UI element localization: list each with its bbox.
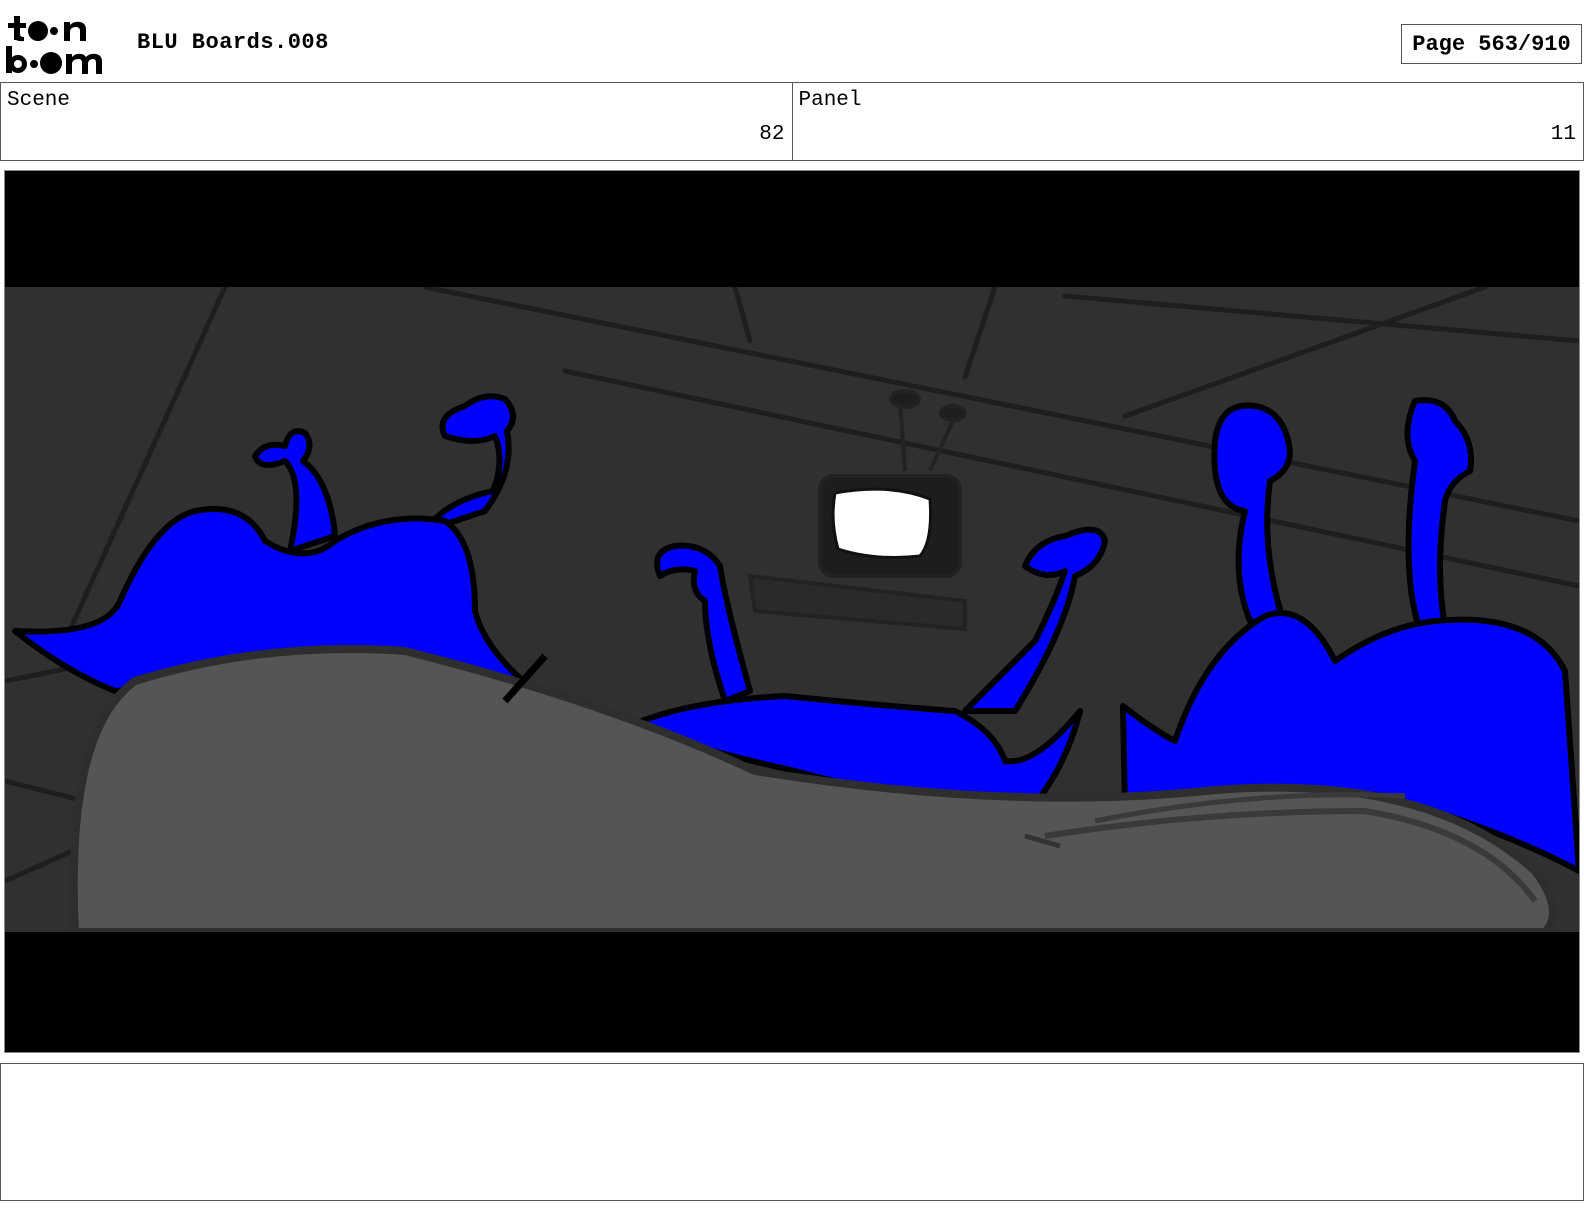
document-title: BLU Boards.008 <box>137 30 329 55</box>
panel-label: Panel <box>798 89 862 112</box>
scene-number: 82 <box>759 123 785 146</box>
storyboard-panel-image <box>4 170 1580 1053</box>
panel-cell: Panel 11 <box>791 83 1584 160</box>
scene-panel-info: Scene 82 Panel 11 <box>0 82 1584 161</box>
scene-cell: Scene 82 <box>1 83 792 160</box>
panel-number: 11 <box>1550 123 1576 146</box>
scene-label: Scene <box>7 89 71 112</box>
toon-boom-logo <box>4 14 116 76</box>
page-indicator: Page 563/910 <box>1401 24 1582 64</box>
notes-box <box>0 1063 1584 1201</box>
